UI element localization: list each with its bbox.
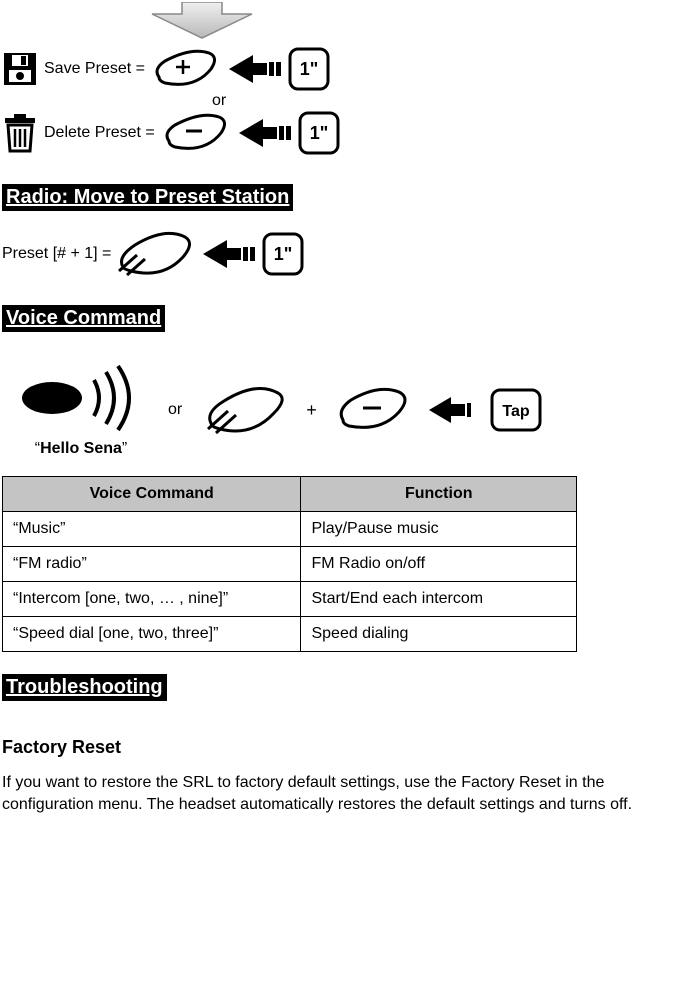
or-label: or [168, 401, 182, 419]
save-icon [2, 51, 38, 87]
radio-section-heading: Radio: Move to Preset Station [2, 184, 293, 211]
save-preset-label: Save Preset = [44, 60, 145, 78]
svg-text:Tap: Tap [502, 403, 529, 420]
table-row: “FM radio” FM Radio on/off [3, 547, 577, 582]
one-second-button: 1" [261, 231, 305, 277]
voice-command-row: “Hello Sena” or + Tap [2, 362, 692, 458]
table-row: “Speed dial [one, two, three]” Speed dia… [3, 617, 577, 652]
voice-command-heading: Voice Command [2, 305, 165, 332]
factory-reset-heading: Factory Reset [2, 737, 692, 758]
preset-move-row: Preset [# + 1] = 1" [2, 231, 692, 277]
save-preset-row: Save Preset = 1" [2, 46, 331, 92]
preset-move-label: Preset [# + 1] = [2, 245, 111, 263]
minus-button-icon [335, 386, 413, 434]
svg-text:1": 1" [309, 123, 328, 143]
plus-button-icon [151, 47, 221, 91]
or-label: or [212, 92, 226, 110]
plus-sign: + [306, 400, 317, 421]
left-arrow-icon [427, 395, 475, 425]
factory-reset-body: If you want to restore the SRL to factor… [2, 772, 692, 815]
svg-text:1": 1" [274, 244, 293, 264]
svg-text:1": 1" [300, 59, 319, 79]
one-second-button: 1" [287, 46, 331, 92]
tap-plus-button-icon [204, 385, 288, 435]
minus-button-icon [161, 111, 231, 155]
troubleshooting-heading: Troubleshooting [2, 674, 167, 701]
delete-preset-row: Delete Preset = 1" [2, 110, 341, 156]
speak-icon [16, 362, 146, 432]
left-arrow-icon [227, 53, 281, 85]
table-header-cmd: Voice Command [3, 477, 301, 512]
down-arrow-graphic [2, 2, 692, 40]
table-row: “Music” Play/Pause music [3, 512, 577, 547]
tap-button: Tap [489, 387, 543, 433]
voice-command-table: Voice Command Function “Music” Play/Paus… [2, 476, 577, 652]
trash-icon [2, 113, 38, 153]
hello-sena-label: “Hello Sena” [35, 440, 127, 458]
table-row: “Intercom [one, two, … , nine]” Start/En… [3, 582, 577, 617]
left-arrow-icon [237, 117, 291, 149]
left-arrow-icon [201, 238, 255, 270]
one-second-button: 1" [297, 110, 341, 156]
delete-preset-label: Delete Preset = [44, 124, 155, 142]
table-header-func: Function [301, 477, 577, 512]
tap-plus-button-icon [117, 231, 195, 277]
